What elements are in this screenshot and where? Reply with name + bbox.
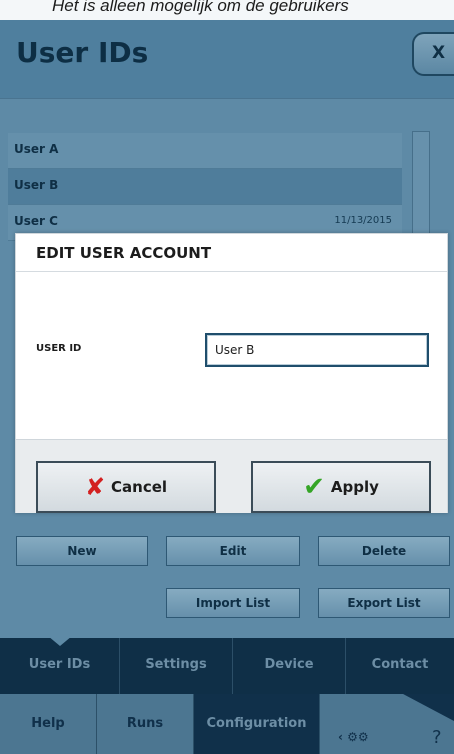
tab-label: Runs xyxy=(126,716,164,731)
nav-item-label: Contact xyxy=(371,657,429,672)
edit-button-label: Edit xyxy=(219,544,247,558)
help-icon[interactable]: ? xyxy=(432,727,442,748)
nav-item-device[interactable]: Device xyxy=(233,638,346,694)
list-item[interactable]: User A xyxy=(8,133,402,169)
user-name: User A xyxy=(14,142,59,156)
nav-item-label: User IDs xyxy=(28,657,91,672)
nav-item-label: Device xyxy=(264,657,314,672)
cancel-button[interactable]: ✘ Cancel xyxy=(36,461,216,513)
close-icon: X xyxy=(432,43,446,63)
apply-button-label: Apply xyxy=(330,478,379,496)
delete-button[interactable]: Delete xyxy=(318,536,450,566)
tab-label: Configuration xyxy=(206,716,307,731)
delete-button-label: Delete xyxy=(361,544,407,558)
tab-configuration[interactable]: Configuration xyxy=(194,694,320,754)
nav-item-contact[interactable]: Contact xyxy=(346,638,454,694)
tab-runs[interactable]: Runs xyxy=(97,694,194,754)
import-list-label: Import List xyxy=(195,596,271,610)
tab-help[interactable]: Help xyxy=(0,694,97,754)
dialog-footer: ✘ Cancel ✔ Apply xyxy=(16,439,447,513)
footer-tabs: Help Runs Configuration xyxy=(0,694,454,754)
list-item[interactable]: User B xyxy=(8,169,402,205)
edit-button[interactable]: Edit xyxy=(166,536,300,566)
export-list-button[interactable]: Export List xyxy=(318,588,450,618)
page-header: User IDs X xyxy=(0,20,454,98)
import-list-button[interactable]: Import List xyxy=(166,588,300,618)
apply-check-icon: ✔ xyxy=(303,472,325,502)
tab-label: Help xyxy=(31,716,65,731)
user-name: User C xyxy=(14,214,58,228)
page-title: User IDs xyxy=(16,36,149,69)
user-date: 11/13/2015 xyxy=(334,215,392,226)
user-name: User B xyxy=(14,178,59,192)
export-list-label: Export List xyxy=(347,596,421,610)
user-id-label: USER ID xyxy=(36,343,82,354)
close-button[interactable]: X xyxy=(412,32,454,76)
edit-user-dialog: EDIT USER ACCOUNT USER ID ✘ Cancel ✔ App… xyxy=(15,233,448,513)
new-button[interactable]: New xyxy=(16,536,148,566)
dialog-header: EDIT USER ACCOUNT xyxy=(16,234,447,272)
gears-icon[interactable]: ‹ ⚙⚙ xyxy=(338,730,369,744)
apply-button[interactable]: ✔ Apply xyxy=(251,461,431,513)
instruction-strip: Het is alleen mogelijk om de gebruikers xyxy=(0,0,454,20)
nav-item-user-ids[interactable]: User IDs xyxy=(0,638,120,694)
user-id-field[interactable] xyxy=(205,333,429,367)
cancel-x-icon: ✘ xyxy=(84,473,106,501)
cancel-button-label: Cancel xyxy=(111,478,168,496)
new-button-label: New xyxy=(67,544,97,558)
dialog-title: EDIT USER ACCOUNT xyxy=(36,244,212,262)
section-nav: User IDs Settings Device Contact xyxy=(0,636,454,694)
instruction-text: Het is alleen mogelijk om de gebruikers xyxy=(52,0,349,15)
nav-item-label: Settings xyxy=(145,657,207,672)
nav-item-settings[interactable]: Settings xyxy=(120,638,233,694)
user-list: User A User B User C 11/13/2015 xyxy=(8,133,402,241)
